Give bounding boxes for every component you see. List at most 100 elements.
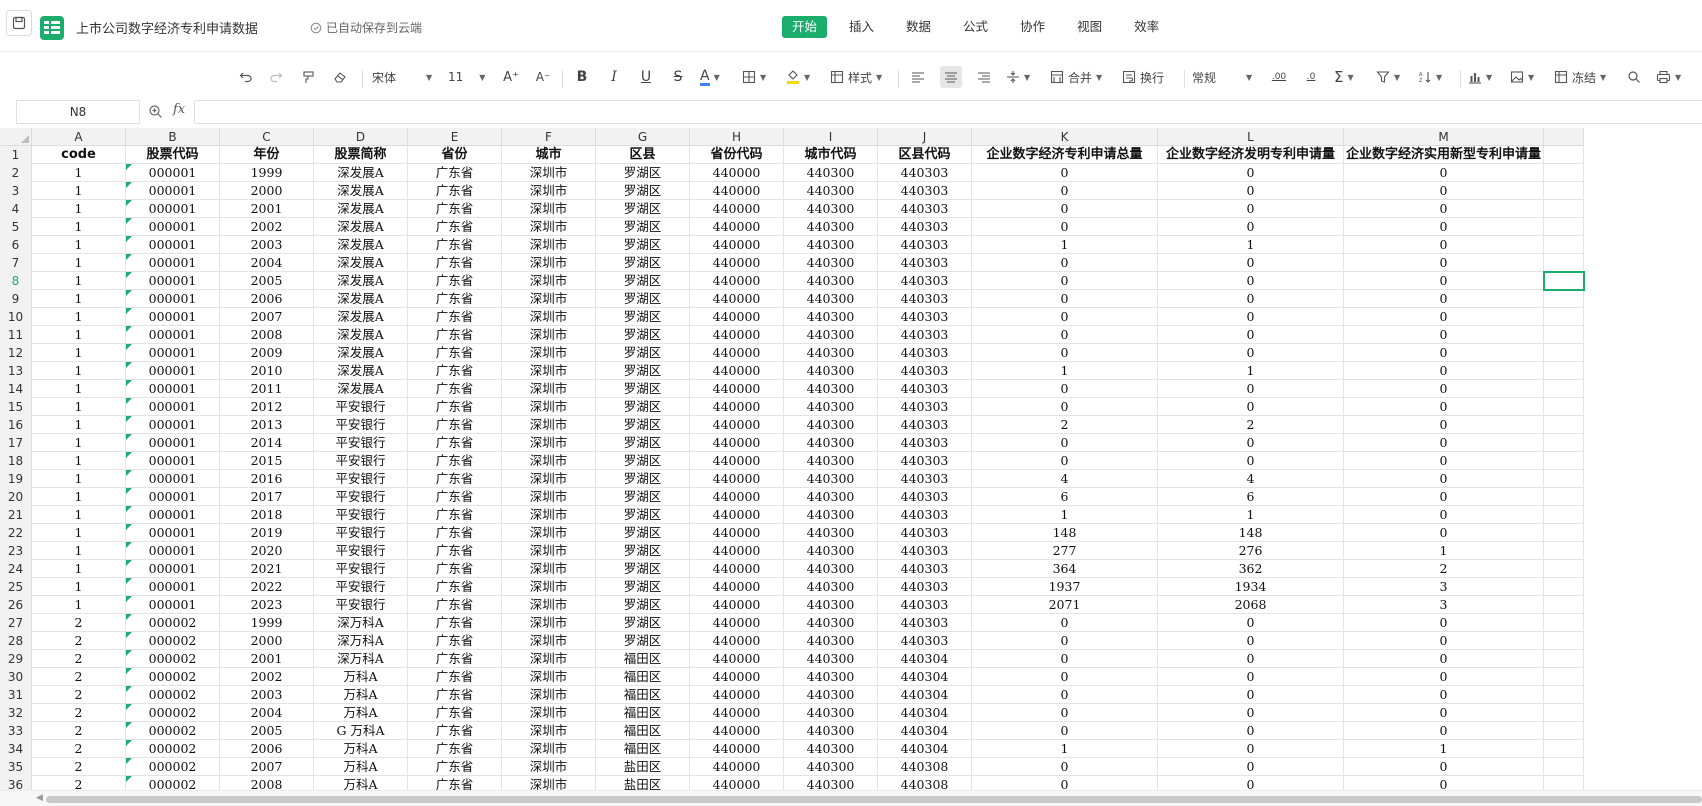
table-cell[interactable]: 罗湖区 — [596, 614, 690, 632]
number-format-select[interactable]: 常规 ▼ — [1192, 57, 1256, 97]
table-cell[interactable]: 1 — [32, 488, 126, 506]
table-cell[interactable]: 440303 — [878, 596, 972, 614]
fx-icon[interactable]: fx — [173, 102, 185, 117]
row-header[interactable]: 31 — [0, 686, 31, 704]
table-cell[interactable]: 440000 — [690, 488, 784, 506]
table-cell[interactable]: 3 — [1344, 578, 1544, 596]
table-cell[interactable]: 0 — [1344, 776, 1544, 790]
table-cell[interactable]: 深圳市 — [502, 740, 596, 758]
column-header-m[interactable]: M — [1344, 128, 1544, 146]
table-cell[interactable]: 1 — [32, 542, 126, 560]
table-cell[interactable]: 2011 — [220, 380, 314, 398]
table-cell[interactable]: 440303 — [878, 362, 972, 380]
underline-button[interactable]: U — [636, 57, 656, 97]
table-cell[interactable]: 广东省 — [408, 524, 502, 542]
table-cell[interactable]: 深圳市 — [502, 668, 596, 686]
empty-cell[interactable] — [1544, 182, 1584, 200]
italic-button[interactable]: I — [604, 57, 624, 97]
table-cell[interactable]: 276 — [1158, 542, 1344, 560]
row-header[interactable]: 16 — [0, 416, 31, 434]
table-cell[interactable]: 000001 — [126, 344, 220, 362]
table-cell[interactable]: 440303 — [878, 632, 972, 650]
menu-formula[interactable]: 公式 — [953, 16, 998, 38]
table-cell[interactable]: 平安银行 — [314, 416, 408, 434]
table-cell[interactable]: 440300 — [784, 290, 878, 308]
table-cell[interactable]: 深圳市 — [502, 686, 596, 704]
table-cell[interactable]: 277 — [972, 542, 1158, 560]
table-cell[interactable]: 2002 — [220, 668, 314, 686]
table-cell[interactable]: 440303 — [878, 218, 972, 236]
column-header-c[interactable]: C — [220, 128, 314, 146]
table-cell[interactable]: 1 — [972, 236, 1158, 254]
table-cell[interactable]: 万科A — [314, 758, 408, 776]
table-cell[interactable]: 000002 — [126, 632, 220, 650]
header-cell[interactable]: 股票简称 — [314, 146, 408, 164]
table-cell[interactable]: 0 — [1344, 272, 1544, 290]
table-cell[interactable]: 6 — [972, 488, 1158, 506]
table-cell[interactable]: 1 — [32, 200, 126, 218]
table-cell[interactable]: 罗湖区 — [596, 488, 690, 506]
table-cell[interactable]: 深发展A — [314, 308, 408, 326]
table-cell[interactable]: 000002 — [126, 740, 220, 758]
header-cell[interactable]: 股票代码 — [126, 146, 220, 164]
table-cell[interactable]: 罗湖区 — [596, 578, 690, 596]
table-cell[interactable]: 罗湖区 — [596, 200, 690, 218]
table-cell[interactable]: 2008 — [220, 326, 314, 344]
table-cell[interactable]: 1 — [32, 254, 126, 272]
table-cell[interactable]: 440300 — [784, 704, 878, 722]
table-cell[interactable]: 0 — [1344, 452, 1544, 470]
table-cell[interactable]: 000001 — [126, 434, 220, 452]
table-cell[interactable]: 000001 — [126, 236, 220, 254]
table-cell[interactable]: 罗湖区 — [596, 452, 690, 470]
table-cell[interactable]: 2071 — [972, 596, 1158, 614]
table-cell[interactable]: 罗湖区 — [596, 596, 690, 614]
column-header-a[interactable]: A — [32, 128, 126, 146]
header-cell[interactable]: 企业数字经济实用新型专利申请量 — [1344, 146, 1544, 164]
empty-cell[interactable] — [1544, 650, 1584, 668]
empty-cell[interactable] — [1544, 506, 1584, 524]
table-cell[interactable]: 440303 — [878, 434, 972, 452]
table-cell[interactable]: 深圳市 — [502, 200, 596, 218]
table-cell[interactable]: 2004 — [220, 704, 314, 722]
table-cell[interactable]: 000001 — [126, 254, 220, 272]
table-cell[interactable]: 2068 — [1158, 596, 1344, 614]
table-cell[interactable]: 3 — [1344, 596, 1544, 614]
empty-cell[interactable] — [1544, 488, 1584, 506]
table-cell[interactable]: 2006 — [220, 740, 314, 758]
column-header-k[interactable]: K — [972, 128, 1158, 146]
row-header[interactable]: 15 — [0, 398, 31, 416]
table-cell[interactable]: 0 — [972, 650, 1158, 668]
empty-cell[interactable] — [1544, 722, 1584, 740]
table-cell[interactable]: 深圳市 — [502, 344, 596, 362]
column-header-next[interactable] — [1544, 128, 1584, 146]
table-cell[interactable]: 0 — [1158, 272, 1344, 290]
row-header[interactable]: 6 — [0, 236, 31, 254]
table-cell[interactable]: 罗湖区 — [596, 344, 690, 362]
table-cell[interactable]: 深发展A — [314, 380, 408, 398]
table-cell[interactable]: 2003 — [220, 686, 314, 704]
table-cell[interactable]: 148 — [972, 524, 1158, 542]
table-cell[interactable]: 福田区 — [596, 650, 690, 668]
redo-button[interactable] — [266, 57, 286, 97]
table-cell[interactable]: 广东省 — [408, 650, 502, 668]
table-cell[interactable]: 2000 — [220, 182, 314, 200]
table-cell[interactable]: 罗湖区 — [596, 434, 690, 452]
table-cell[interactable]: 罗湖区 — [596, 362, 690, 380]
table-cell[interactable]: 广东省 — [408, 776, 502, 790]
table-cell[interactable]: 440300 — [784, 722, 878, 740]
table-cell[interactable]: 440300 — [784, 236, 878, 254]
table-cell[interactable]: 0 — [1158, 668, 1344, 686]
table-cell[interactable]: 广东省 — [408, 218, 502, 236]
table-cell[interactable]: 440000 — [690, 164, 784, 182]
table-cell[interactable]: 1 — [1158, 362, 1344, 380]
table-cell[interactable]: 000002 — [126, 758, 220, 776]
table-cell[interactable]: 2 — [972, 416, 1158, 434]
table-cell[interactable]: 440303 — [878, 164, 972, 182]
table-cell[interactable]: 440303 — [878, 506, 972, 524]
table-cell[interactable]: 深万科A — [314, 650, 408, 668]
table-cell[interactable]: 0 — [1344, 236, 1544, 254]
chart-button[interactable]: ▼ — [1468, 57, 1498, 97]
table-cell[interactable]: 440000 — [690, 380, 784, 398]
menu-collaborate[interactable]: 协作 — [1010, 16, 1055, 38]
empty-cell[interactable] — [1544, 290, 1584, 308]
